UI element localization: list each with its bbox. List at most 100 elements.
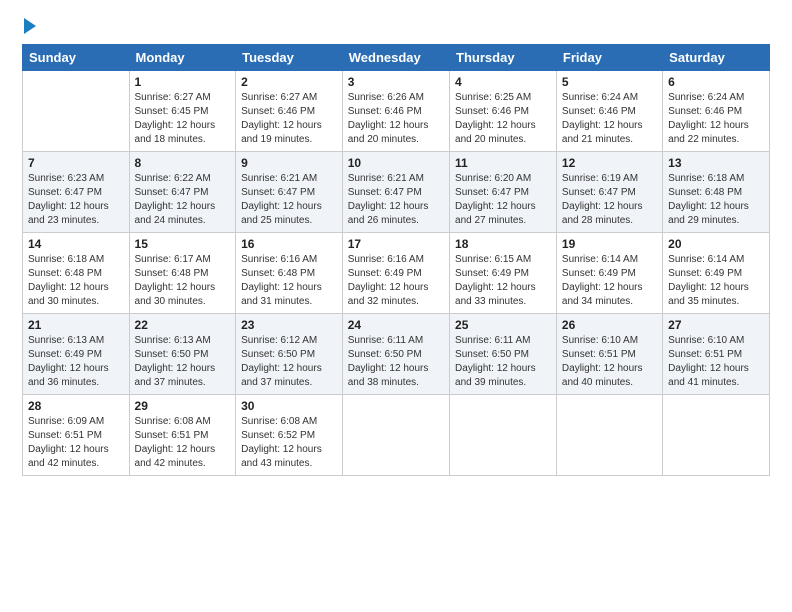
- calendar-cell: [450, 395, 557, 476]
- day-info: Sunrise: 6:10 AM Sunset: 6:51 PM Dayligh…: [562, 334, 657, 390]
- calendar-cell: 30 Sunrise: 6:08 AM Sunset: 6:52 PM Dayli…: [236, 395, 343, 476]
- calendar-cell: 27 Sunrise: 6:10 AM Sunset: 6:51 PM Dayli…: [663, 314, 770, 395]
- calendar-cell: 22 Sunrise: 6:13 AM Sunset: 6:50 PM Dayli…: [129, 314, 236, 395]
- day-number: 2: [241, 75, 337, 89]
- day-number: 26: [562, 318, 657, 332]
- day-info: Sunrise: 6:17 AM Sunset: 6:48 PM Dayligh…: [135, 253, 231, 309]
- column-header-friday: Friday: [556, 45, 662, 71]
- day-info: Sunrise: 6:21 AM Sunset: 6:47 PM Dayligh…: [348, 172, 444, 228]
- day-number: 15: [135, 237, 231, 251]
- day-info: Sunrise: 6:10 AM Sunset: 6:51 PM Dayligh…: [668, 334, 764, 390]
- header: [22, 18, 770, 36]
- day-number: 20: [668, 237, 764, 251]
- calendar-week-2: 7 Sunrise: 6:23 AM Sunset: 6:47 PM Daylig…: [23, 152, 770, 233]
- day-info: Sunrise: 6:08 AM Sunset: 6:52 PM Dayligh…: [241, 415, 337, 471]
- day-number: 28: [28, 399, 124, 413]
- calendar-cell: 3Sunrise: 6:26 AM Sunset: 6:46 PM Daylig…: [342, 71, 449, 152]
- day-info: Sunrise: 6:11 AM Sunset: 6:50 PM Dayligh…: [455, 334, 551, 390]
- calendar-cell: 9 Sunrise: 6:21 AM Sunset: 6:47 PM Daylig…: [236, 152, 343, 233]
- calendar-cell: 19 Sunrise: 6:14 AM Sunset: 6:49 PM Dayli…: [556, 233, 662, 314]
- day-info: Sunrise: 6:18 AM Sunset: 6:48 PM Dayligh…: [28, 253, 124, 309]
- day-number: 30: [241, 399, 337, 413]
- calendar-week-1: 1 Sunrise: 6:27 AM Sunset: 6:45 PM Daylig…: [23, 71, 770, 152]
- calendar-week-3: 14Sunrise: 6:18 AM Sunset: 6:48 PM Dayli…: [23, 233, 770, 314]
- day-info: Sunrise: 6:22 AM Sunset: 6:47 PM Dayligh…: [135, 172, 231, 228]
- column-header-monday: Monday: [129, 45, 236, 71]
- calendar-cell: 17 Sunrise: 6:16 AM Sunset: 6:49 PM Dayli…: [342, 233, 449, 314]
- calendar-cell: 7 Sunrise: 6:23 AM Sunset: 6:47 PM Daylig…: [23, 152, 130, 233]
- day-info: Sunrise: 6:15 AM Sunset: 6:49 PM Dayligh…: [455, 253, 551, 309]
- column-header-sunday: Sunday: [23, 45, 130, 71]
- day-number: 19: [562, 237, 657, 251]
- day-number: 7: [28, 156, 124, 170]
- calendar-cell: 11 Sunrise: 6:20 AM Sunset: 6:47 PM Dayli…: [450, 152, 557, 233]
- logo: [22, 18, 36, 36]
- calendar-cell: 21Sunrise: 6:13 AM Sunset: 6:49 PM Dayli…: [23, 314, 130, 395]
- day-number: 6: [668, 75, 764, 89]
- calendar-cell: 13 Sunrise: 6:18 AM Sunset: 6:48 PM Dayli…: [663, 152, 770, 233]
- day-number: 11: [455, 156, 551, 170]
- day-info: Sunrise: 6:18 AM Sunset: 6:48 PM Dayligh…: [668, 172, 764, 228]
- day-number: 3: [348, 75, 444, 89]
- calendar-cell: 18 Sunrise: 6:15 AM Sunset: 6:49 PM Dayli…: [450, 233, 557, 314]
- day-info: Sunrise: 6:11 AM Sunset: 6:50 PM Dayligh…: [348, 334, 444, 390]
- calendar-cell: 29 Sunrise: 6:08 AM Sunset: 6:51 PM Dayli…: [129, 395, 236, 476]
- calendar-cell: 14Sunrise: 6:18 AM Sunset: 6:48 PM Dayli…: [23, 233, 130, 314]
- day-number: 8: [135, 156, 231, 170]
- day-info: Sunrise: 6:13 AM Sunset: 6:50 PM Dayligh…: [135, 334, 231, 390]
- day-info: Sunrise: 6:13 AM Sunset: 6:49 PM Dayligh…: [28, 334, 124, 390]
- day-info: Sunrise: 6:08 AM Sunset: 6:51 PM Dayligh…: [135, 415, 231, 471]
- calendar-week-4: 21Sunrise: 6:13 AM Sunset: 6:49 PM Dayli…: [23, 314, 770, 395]
- calendar-table: SundayMondayTuesdayWednesdayThursdayFrid…: [22, 44, 770, 476]
- day-number: 16: [241, 237, 337, 251]
- calendar-header-row: SundayMondayTuesdayWednesdayThursdayFrid…: [23, 45, 770, 71]
- day-info: Sunrise: 6:20 AM Sunset: 6:47 PM Dayligh…: [455, 172, 551, 228]
- day-number: 27: [668, 318, 764, 332]
- calendar-cell: 4Sunrise: 6:25 AM Sunset: 6:46 PM Daylig…: [450, 71, 557, 152]
- calendar-cell: 15 Sunrise: 6:17 AM Sunset: 6:48 PM Dayli…: [129, 233, 236, 314]
- day-info: Sunrise: 6:21 AM Sunset: 6:47 PM Dayligh…: [241, 172, 337, 228]
- column-header-tuesday: Tuesday: [236, 45, 343, 71]
- day-info: Sunrise: 6:19 AM Sunset: 6:47 PM Dayligh…: [562, 172, 657, 228]
- day-number: 22: [135, 318, 231, 332]
- logo-arrow-icon: [24, 18, 36, 34]
- day-number: 1: [135, 75, 231, 89]
- day-number: 29: [135, 399, 231, 413]
- day-info: Sunrise: 6:14 AM Sunset: 6:49 PM Dayligh…: [668, 253, 764, 309]
- day-number: 9: [241, 156, 337, 170]
- day-number: 12: [562, 156, 657, 170]
- calendar-cell: 16 Sunrise: 6:16 AM Sunset: 6:48 PM Dayli…: [236, 233, 343, 314]
- day-info: Sunrise: 6:24 AM Sunset: 6:46 PM Dayligh…: [668, 91, 764, 147]
- day-number: 23: [241, 318, 337, 332]
- day-info: Sunrise: 6:16 AM Sunset: 6:49 PM Dayligh…: [348, 253, 444, 309]
- day-info: Sunrise: 6:23 AM Sunset: 6:47 PM Dayligh…: [28, 172, 124, 228]
- day-info: Sunrise: 6:14 AM Sunset: 6:49 PM Dayligh…: [562, 253, 657, 309]
- calendar-cell: 12 Sunrise: 6:19 AM Sunset: 6:47 PM Dayli…: [556, 152, 662, 233]
- column-header-saturday: Saturday: [663, 45, 770, 71]
- day-info: Sunrise: 6:09 AM Sunset: 6:51 PM Dayligh…: [28, 415, 124, 471]
- calendar-cell: 23 Sunrise: 6:12 AM Sunset: 6:50 PM Dayli…: [236, 314, 343, 395]
- calendar-cell: 20 Sunrise: 6:14 AM Sunset: 6:49 PM Dayli…: [663, 233, 770, 314]
- calendar-cell: [23, 71, 130, 152]
- day-number: 18: [455, 237, 551, 251]
- column-header-wednesday: Wednesday: [342, 45, 449, 71]
- day-number: 13: [668, 156, 764, 170]
- day-info: Sunrise: 6:27 AM Sunset: 6:45 PM Dayligh…: [135, 91, 231, 147]
- day-number: 17: [348, 237, 444, 251]
- day-info: Sunrise: 6:12 AM Sunset: 6:50 PM Dayligh…: [241, 334, 337, 390]
- calendar-cell: 8 Sunrise: 6:22 AM Sunset: 6:47 PM Daylig…: [129, 152, 236, 233]
- column-header-thursday: Thursday: [450, 45, 557, 71]
- calendar-cell: [663, 395, 770, 476]
- day-number: 25: [455, 318, 551, 332]
- calendar-cell: 26 Sunrise: 6:10 AM Sunset: 6:51 PM Dayli…: [556, 314, 662, 395]
- calendar-cell: [342, 395, 449, 476]
- calendar-cell: 28 Sunrise: 6:09 AM Sunset: 6:51 PM Dayli…: [23, 395, 130, 476]
- calendar-cell: 25 Sunrise: 6:11 AM Sunset: 6:50 PM Dayli…: [450, 314, 557, 395]
- calendar-cell: 2Sunrise: 6:27 AM Sunset: 6:46 PM Daylig…: [236, 71, 343, 152]
- page: SundayMondayTuesdayWednesdayThursdayFrid…: [0, 0, 792, 486]
- day-number: 24: [348, 318, 444, 332]
- calendar-cell: [556, 395, 662, 476]
- calendar-cell: 5Sunrise: 6:24 AM Sunset: 6:46 PM Daylig…: [556, 71, 662, 152]
- calendar-cell: 10Sunrise: 6:21 AM Sunset: 6:47 PM Dayli…: [342, 152, 449, 233]
- day-info: Sunrise: 6:16 AM Sunset: 6:48 PM Dayligh…: [241, 253, 337, 309]
